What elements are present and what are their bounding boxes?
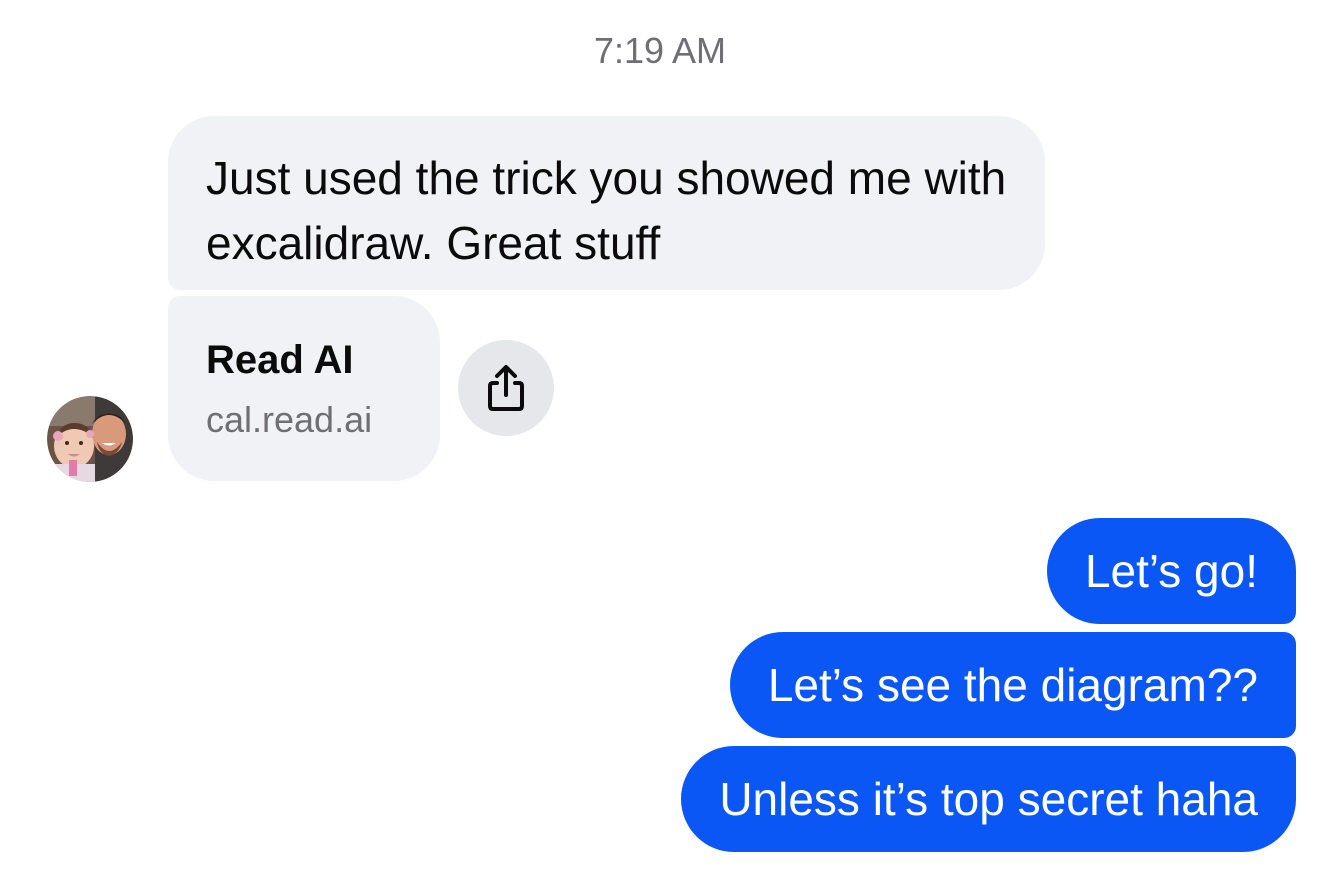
avatar-photo: [47, 396, 133, 482]
outgoing-message-text: Unless it’s top secret haha: [719, 773, 1258, 825]
outgoing-message-bubble[interactable]: Unless it’s top secret haha: [681, 746, 1296, 852]
link-preview-card[interactable]: Read AI cal.read.ai: [168, 296, 440, 481]
outgoing-message-bubble[interactable]: Let’s see the diagram??: [729, 632, 1296, 738]
outgoing-message-text: Let’s see the diagram??: [767, 659, 1258, 711]
outgoing-message-text: Let’s go!: [1084, 545, 1258, 597]
share-button[interactable]: [458, 340, 554, 436]
contact-avatar[interactable]: [47, 396, 133, 482]
incoming-message-bubble[interactable]: Just used the trick you showed me with e…: [168, 116, 1045, 290]
link-preview-domain: cal.read.ai: [206, 399, 373, 440]
share-icon: [488, 365, 524, 411]
incoming-message-text: Just used the trick you showed me with e…: [206, 152, 1007, 269]
message-timestamp: 7:19 AM: [593, 30, 727, 71]
chat-screen: 7:19 AM Just used the trick you showed m…: [0, 0, 1320, 884]
outgoing-message-bubble[interactable]: Let’s go!: [1046, 518, 1296, 624]
link-preview-title: Read AI: [206, 338, 354, 382]
